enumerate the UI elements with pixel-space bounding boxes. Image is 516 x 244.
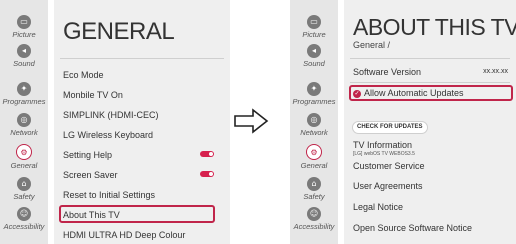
category-safety[interactable]: ⌂ Safety	[0, 177, 48, 205]
category-label: General	[10, 161, 38, 170]
menu-item-eco-mode[interactable]: Eco Mode	[63, 70, 222, 80]
menu-item-setting-help[interactable]: Setting Help	[63, 150, 222, 160]
safety-icon: ⌂	[17, 177, 31, 191]
divider	[350, 82, 510, 83]
category-programmes[interactable]: ✦ Programmes	[290, 82, 338, 110]
software-version-value: xx.xx.xx	[483, 68, 508, 75]
category-label: Safety	[13, 192, 35, 201]
menu-item-legal-notice[interactable]: Legal Notice	[353, 202, 508, 212]
category-label: Sound	[303, 59, 325, 68]
category-accessibility[interactable]: ☺ Accessibility	[290, 207, 338, 235]
category-label: Network	[10, 128, 38, 137]
network-icon: ◎	[307, 113, 321, 127]
menu-item-hdmi-deep-colour[interactable]: HDMI ULTRA HD Deep Colour	[63, 230, 222, 240]
page-title: ABOUT THIS TV	[353, 14, 516, 40]
category-label: Accessibility	[293, 222, 335, 231]
about-this-tv-panel: ▭ Picture ◂ Sound ✦ Programmes ◎ Network…	[290, 0, 516, 244]
sound-icon: ◂	[17, 44, 31, 58]
auto-updates-label: Allow Automatic Updates	[364, 88, 464, 98]
menu-item-reset[interactable]: Reset to Initial Settings	[63, 190, 222, 200]
category-safety[interactable]: ⌂ Safety	[290, 177, 338, 205]
programmes-icon: ✦	[17, 82, 31, 96]
category-label: Network	[300, 128, 328, 137]
software-version-row: Software Version xx.xx.xx	[353, 67, 508, 77]
general-icon: ⚙	[16, 144, 32, 160]
menu-item-about-this-tv[interactable]: About This TV	[63, 210, 222, 220]
general-icon: ⚙	[306, 144, 322, 160]
picture-icon: ▭	[17, 15, 31, 29]
category-label: Safety	[303, 192, 325, 201]
software-version-label: Software Version	[353, 67, 422, 77]
menu-item-simplink[interactable]: SIMPLINK (HDMI-CEC)	[63, 110, 222, 120]
category-label: Picture	[12, 30, 36, 39]
category-sound[interactable]: ◂ Sound	[290, 44, 338, 72]
category-label: Programmes	[292, 97, 336, 106]
breadcrumb: General /	[353, 40, 391, 50]
category-label: Sound	[13, 59, 35, 68]
sound-icon: ◂	[307, 44, 321, 58]
menu-item-screen-saver[interactable]: Screen Saver	[63, 170, 222, 180]
general-menu: GENERAL Eco Mode Monbile TV On SIMPLINK …	[54, 0, 230, 244]
menu-item-open-source-notice[interactable]: Open Source Software Notice	[353, 223, 508, 233]
category-rail: ▭ Picture ◂ Sound ✦ Programmes ◎ Network…	[290, 0, 338, 244]
category-rail: ▭ Picture ◂ Sound ✦ Programmes ◎ Network…	[0, 0, 48, 244]
picture-icon: ▭	[307, 15, 321, 29]
menu-item-label: Setting Help	[63, 150, 113, 160]
network-icon: ◎	[17, 113, 31, 127]
category-label: Picture	[302, 30, 326, 39]
category-picture[interactable]: ▭ Picture	[0, 15, 48, 43]
accessibility-icon: ☺	[307, 207, 321, 221]
category-picture[interactable]: ▭ Picture	[290, 15, 338, 43]
tv-information-detail: [LG] webOS TV WEBOS3.5	[353, 151, 415, 157]
accessibility-icon: ☺	[17, 207, 31, 221]
divider	[350, 58, 510, 59]
about-menu: ABOUT THIS TV General / Software Version…	[344, 0, 516, 244]
category-label: Accessibility	[3, 222, 45, 231]
checkmark-icon: ✓	[353, 89, 361, 98]
general-settings-panel: ▭ Picture ◂ Sound ✦ Programmes ◎ Network…	[0, 0, 230, 244]
page-title: GENERAL	[63, 18, 175, 45]
category-accessibility[interactable]: ☺ Accessibility	[0, 207, 48, 235]
right-arrow-icon	[234, 108, 269, 134]
check-for-updates-button[interactable]: CHECK FOR UPDATES	[352, 121, 428, 134]
category-network[interactable]: ◎ Network	[0, 113, 48, 141]
divider	[60, 58, 224, 59]
category-programmes[interactable]: ✦ Programmes	[0, 82, 48, 110]
menu-item-label: Screen Saver	[63, 170, 118, 180]
menu-item-wireless-keyboard[interactable]: LG Wireless Keyboard	[63, 130, 222, 140]
programmes-icon: ✦	[307, 82, 321, 96]
category-label: Programmes	[2, 97, 46, 106]
menu-item-user-agreements[interactable]: User Agreements	[353, 181, 508, 191]
setting-help-toggle[interactable]	[200, 151, 214, 157]
safety-icon: ⌂	[307, 177, 321, 191]
category-general[interactable]: ⚙ General	[290, 144, 338, 172]
category-sound[interactable]: ◂ Sound	[0, 44, 48, 72]
screen-saver-toggle[interactable]	[200, 171, 214, 177]
category-network[interactable]: ◎ Network	[290, 113, 338, 141]
category-label: General	[300, 161, 328, 170]
tv-information-label[interactable]: TV Information	[353, 140, 412, 150]
menu-item-customer-service[interactable]: Customer Service	[353, 161, 508, 171]
menu-item-mobile-tv-on[interactable]: Monbile TV On	[63, 90, 222, 100]
category-general[interactable]: ⚙ General	[0, 144, 48, 172]
auto-updates-checkbox[interactable]: ✓ Allow Automatic Updates	[353, 88, 508, 98]
